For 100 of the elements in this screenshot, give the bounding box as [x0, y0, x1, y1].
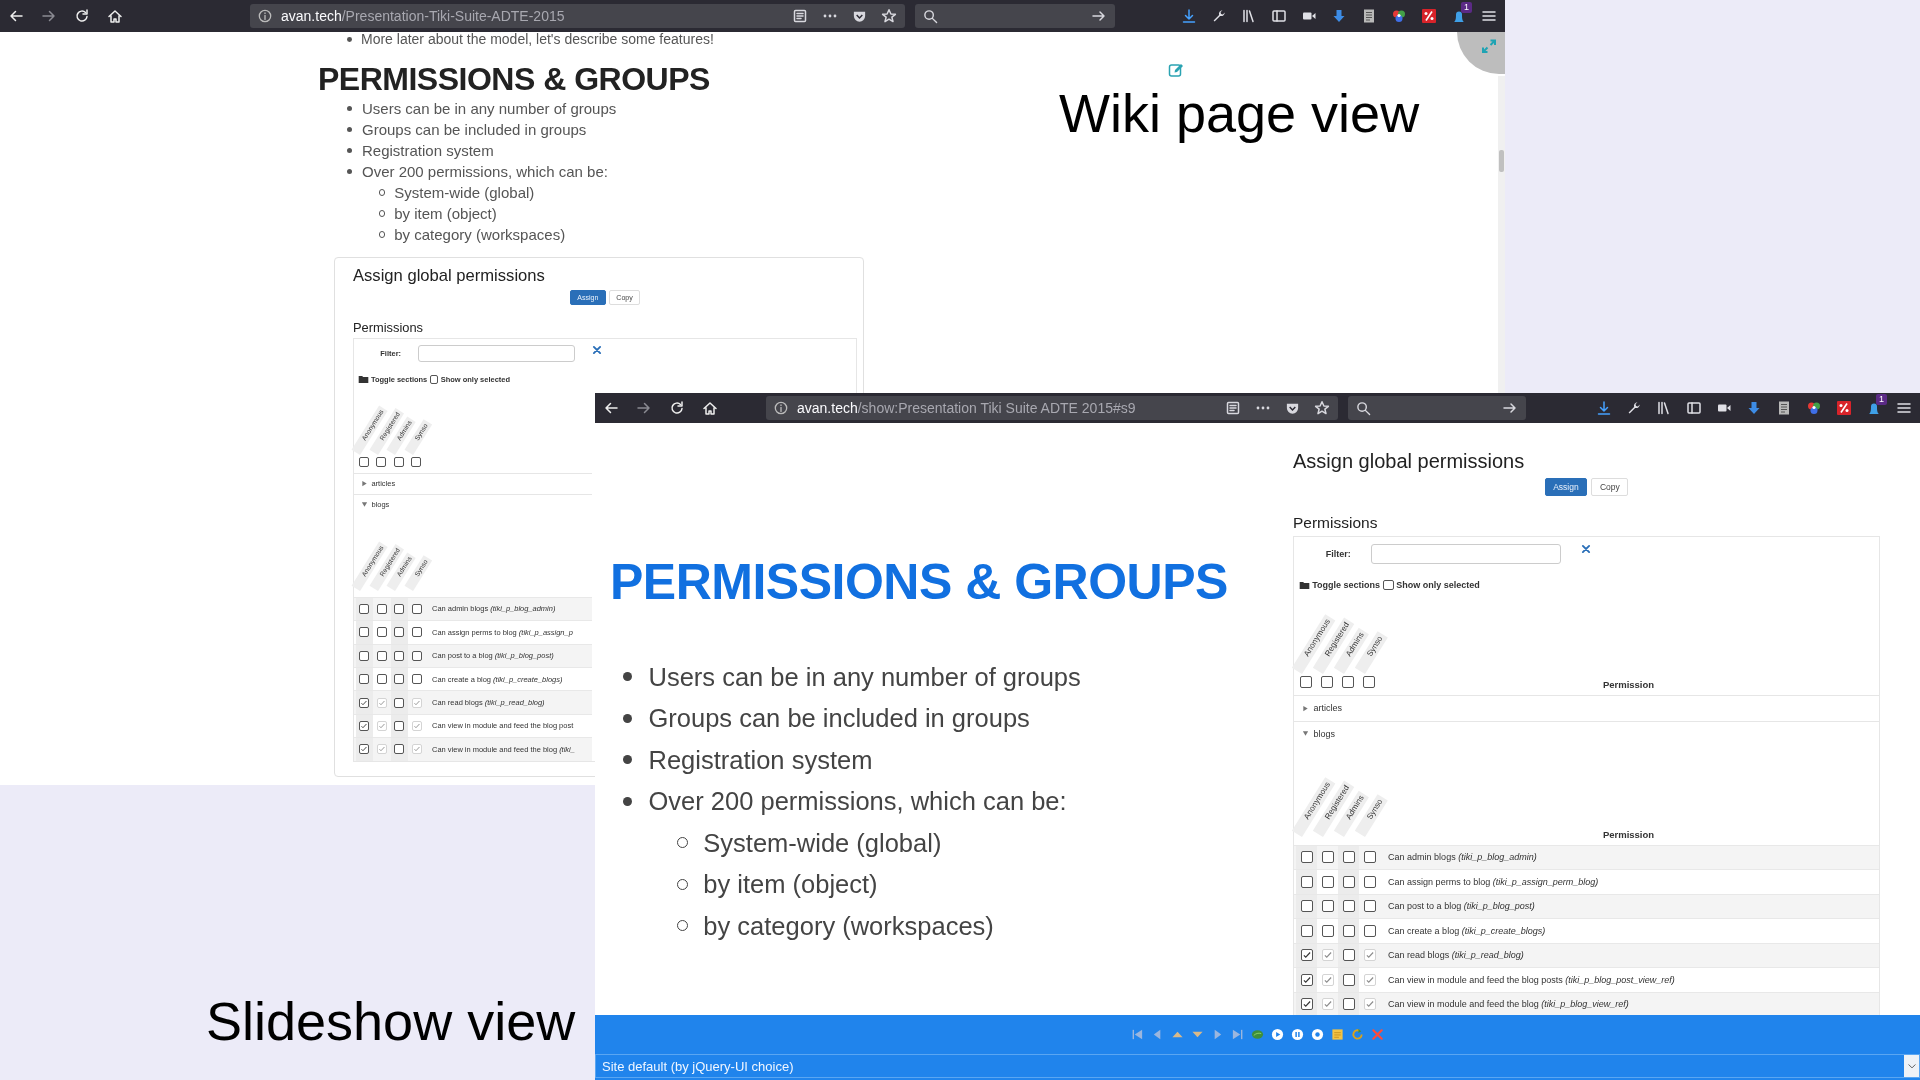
star-icon[interactable]	[881, 8, 897, 24]
address-bar[interactable]: avan.tech/show:Presentation Tiki Suite ADTE 2015#s9	[766, 396, 1338, 420]
checkbox[interactable]	[376, 650, 387, 661]
pause-icon[interactable]	[1291, 1028, 1304, 1041]
checkbox[interactable]	[359, 697, 370, 708]
section-header[interactable]: articles	[1294, 695, 1879, 721]
search-field[interactable]	[1348, 396, 1526, 420]
expand-button[interactable]	[1457, 32, 1505, 74]
checkbox[interactable]	[1300, 676, 1312, 689]
checkbox[interactable]	[411, 456, 422, 467]
play-icon[interactable]	[1271, 1028, 1284, 1041]
go-arrow-icon[interactable]	[1502, 400, 1518, 416]
wrench-icon[interactable]	[1211, 8, 1227, 24]
checkbox[interactable]	[1300, 924, 1313, 937]
reload-icon[interactable]	[74, 8, 90, 24]
scrollbar[interactable]	[1498, 76, 1505, 393]
checkbox[interactable]	[393, 456, 404, 467]
download-icon[interactable]	[1181, 8, 1197, 24]
checkbox[interactable]	[1321, 851, 1334, 864]
edit-icon[interactable]	[1168, 62, 1184, 78]
address-bar[interactable]: avan.tech/Presentation-Tiki-Suite-ADTE-2015	[250, 4, 905, 28]
wrench-icon[interactable]	[1626, 400, 1642, 416]
checkbox[interactable]	[359, 744, 370, 755]
checkbox[interactable]	[1342, 900, 1355, 913]
star-icon[interactable]	[1314, 400, 1330, 416]
action-button[interactable]: Copy	[1591, 478, 1629, 496]
checkbox[interactable]	[1300, 973, 1313, 986]
checkbox[interactable]	[1342, 973, 1355, 986]
checkbox[interactable]	[359, 603, 370, 614]
checkbox[interactable]	[1321, 900, 1334, 913]
checkbox[interactable]	[359, 627, 370, 638]
skip-start-icon[interactable]	[1131, 1028, 1144, 1041]
checkbox[interactable]	[376, 674, 387, 685]
checkbox[interactable]	[1300, 998, 1313, 1011]
checkbox[interactable]	[394, 720, 405, 731]
reader-icon[interactable]	[792, 8, 808, 24]
menu-icon[interactable]	[1896, 400, 1912, 416]
checkbox[interactable]	[411, 650, 422, 661]
checkbox[interactable]	[376, 456, 387, 467]
home-icon[interactable]	[702, 400, 718, 416]
checkbox[interactable]	[1300, 875, 1313, 888]
checkbox[interactable]	[394, 627, 405, 638]
go-arrow-icon[interactable]	[1091, 8, 1107, 24]
back-icon[interactable]	[8, 8, 24, 24]
checkbox[interactable]	[394, 650, 405, 661]
clear-icon[interactable]	[591, 345, 602, 356]
stop-icon[interactable]	[1311, 1028, 1324, 1041]
reload-icon[interactable]	[669, 400, 685, 416]
sidebar-icon[interactable]	[1686, 400, 1702, 416]
download-arrow-icon[interactable]	[1331, 8, 1347, 24]
color-circles-icon[interactable]	[1391, 8, 1407, 24]
checkbox[interactable]	[1321, 875, 1334, 888]
search-field[interactable]	[915, 4, 1115, 28]
checkbox[interactable]	[1363, 851, 1376, 864]
theme-select[interactable]: Site default (by jQuery-UI choice)	[595, 1054, 1920, 1078]
checkbox[interactable]	[1363, 924, 1376, 937]
folder-icon[interactable]	[357, 374, 369, 386]
folder-icon[interactable]	[1298, 579, 1310, 591]
checkbox[interactable]	[1342, 875, 1355, 888]
checkbox[interactable]	[1342, 949, 1355, 962]
checkbox[interactable]	[358, 456, 369, 467]
checkbox[interactable]	[394, 744, 405, 755]
checkbox[interactable]	[1363, 900, 1376, 913]
checkbox[interactable]	[1342, 851, 1355, 864]
info-icon[interactable]	[258, 9, 272, 23]
reader-icon[interactable]	[1225, 400, 1241, 416]
checkbox[interactable]	[376, 603, 387, 614]
checkbox[interactable]	[1321, 924, 1334, 937]
checkbox[interactable]	[1300, 949, 1313, 962]
checkbox[interactable]	[359, 720, 370, 731]
library-icon[interactable]	[1241, 8, 1257, 24]
clear-icon[interactable]	[1580, 544, 1591, 555]
checkbox[interactable]	[411, 627, 422, 638]
checkbox[interactable]	[429, 375, 439, 385]
download-arrow-icon[interactable]	[1746, 400, 1762, 416]
checkbox[interactable]	[1342, 676, 1354, 689]
checkbox[interactable]	[1300, 851, 1313, 864]
section-header[interactable]: blogs	[1294, 720, 1879, 746]
checkbox[interactable]	[359, 650, 370, 661]
checkbox[interactable]	[411, 674, 422, 685]
checkbox[interactable]	[376, 627, 387, 638]
scrollbar-thumb[interactable]	[1499, 150, 1504, 172]
menu-icon[interactable]	[1481, 8, 1497, 24]
checkbox[interactable]	[1382, 579, 1394, 591]
sidebar-icon[interactable]	[1271, 8, 1287, 24]
checkbox[interactable]	[411, 603, 422, 614]
info-icon[interactable]	[774, 401, 788, 415]
checkbox[interactable]	[1363, 676, 1375, 689]
flash-icon[interactable]	[1836, 400, 1852, 416]
checkbox[interactable]	[394, 603, 405, 614]
toggle-sections-link[interactable]: Toggle sections	[1312, 580, 1381, 591]
document-icon[interactable]	[1776, 400, 1792, 416]
filter-field[interactable]	[1370, 544, 1561, 565]
forward-icon[interactable]	[636, 400, 652, 416]
checkbox[interactable]	[1321, 676, 1333, 689]
checkbox[interactable]	[1300, 900, 1313, 913]
library-icon[interactable]	[1656, 400, 1672, 416]
forward-icon[interactable]	[41, 8, 57, 24]
flash-icon[interactable]	[1421, 8, 1437, 24]
download-icon[interactable]	[1596, 400, 1612, 416]
